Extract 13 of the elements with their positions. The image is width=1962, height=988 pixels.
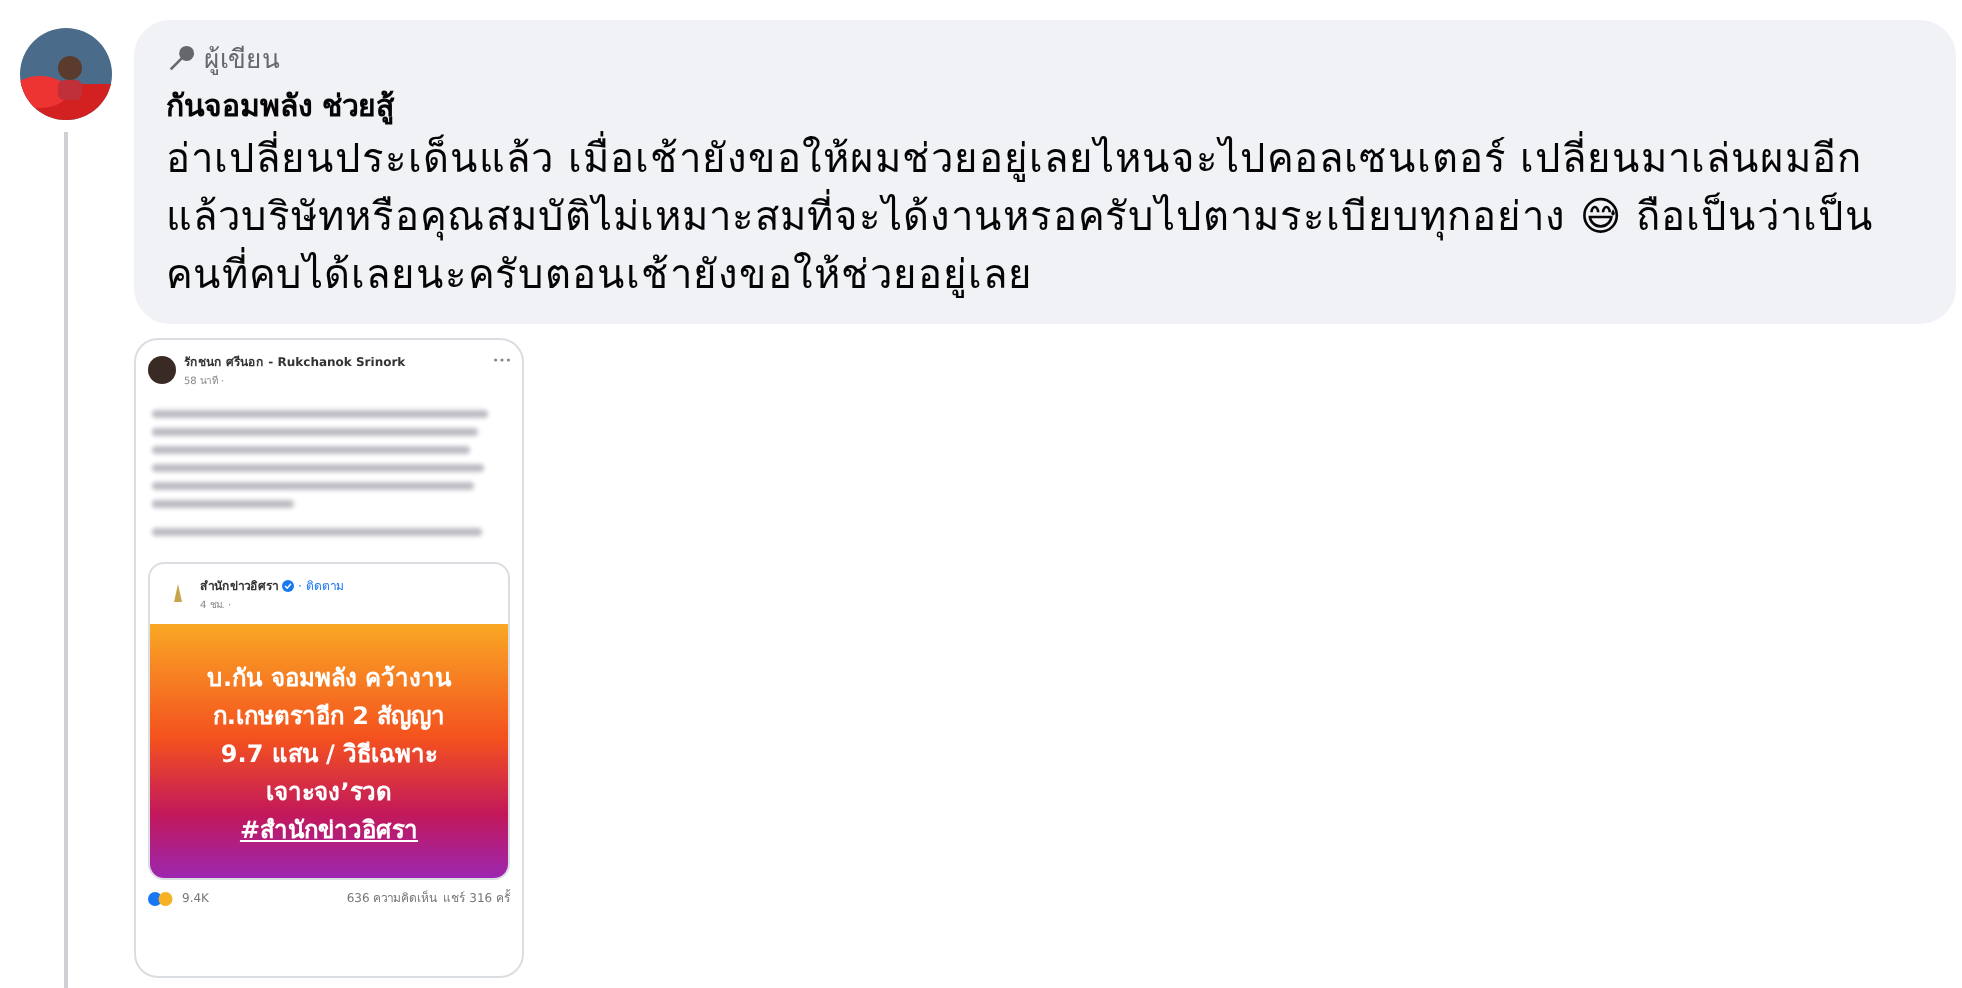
hashtag: #สำนักข่าวอิศรา (237, 814, 421, 848)
verified-icon (282, 580, 294, 592)
author-label: ผู้เขียน (204, 43, 280, 79)
author-name[interactable]: กันจอมพลัง ช่วยสู้ (166, 82, 1928, 130)
headline-line: 9.7 แสน / วิธีเฉพาะ (218, 738, 440, 772)
microphone-icon (166, 43, 196, 73)
headline-line: บ.กัน จอมพลัง คว้างาน (205, 662, 454, 696)
comment-text: อ่าเปลี่ยนประเด็นแล้ว เมื่อเช้ายังขอให้ผมช่วยอยู่เลยไหนจะไปคอลเซนเตอร์ เปลี่ยนมาเล่นผมอีก แล้วบริษัทหรือคุณสมบัติไม่เหมาะสมที่จะได้งานหรอครับไปตามระเบียบทุกอย่าง 😅 ถือเป็นว่าเป็นคนที่คบได้เลยนะครับตอนเช้ายังขอให้ช่วยอยู่เลย (166, 130, 1877, 302)
avatar[interactable] (20, 28, 112, 120)
avatar (148, 356, 176, 384)
headline-line: เจาะจง’รวด (264, 776, 394, 810)
reaction-icon (148, 891, 176, 905)
headline-line: ก.เกษตราอีก 2 สัญญา (210, 700, 448, 734)
